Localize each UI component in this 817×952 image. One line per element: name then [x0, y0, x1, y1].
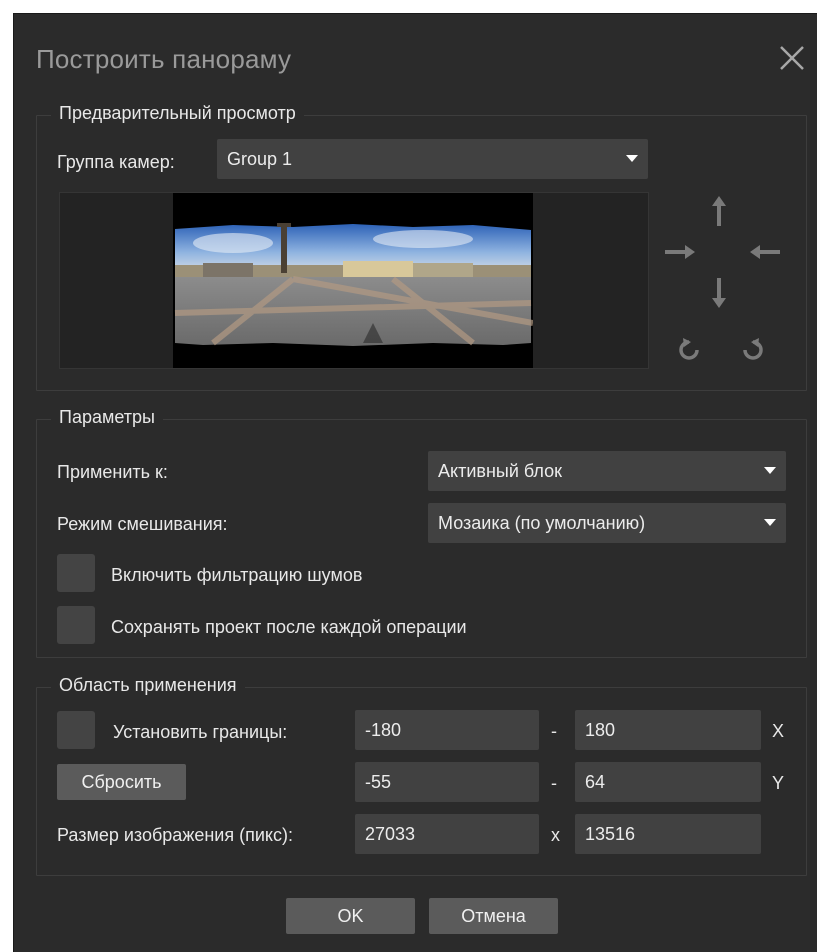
- arrow-down-icon[interactable]: [711, 278, 727, 308]
- blend-mode-value: Мозаика (по умолчанию): [438, 513, 646, 533]
- camera-group-label: Группа камер:: [57, 152, 175, 172]
- y-min-field[interactable]: -55: [355, 762, 539, 802]
- set-bounds-checkbox[interactable]: [57, 711, 95, 749]
- blend-mode-label: Режим смешивания:: [57, 514, 228, 534]
- apply-to-label: Применить к:: [57, 462, 168, 482]
- rotate-cw-icon[interactable]: [741, 338, 765, 362]
- y-range-dash: -: [551, 773, 557, 793]
- set-bounds-label: Установить границы:: [113, 722, 288, 742]
- save-project-checkbox[interactable]: [57, 606, 95, 644]
- save-project-label: Сохранять проект после каждой операции: [111, 617, 467, 637]
- image-width-field[interactable]: 27033: [355, 814, 539, 854]
- image-size-times: x: [551, 825, 560, 845]
- x-range-dash: -: [551, 721, 557, 741]
- chevron-down-icon: [764, 519, 776, 526]
- x-axis-label: X: [772, 721, 785, 741]
- y-axis-label: Y: [772, 773, 785, 793]
- dialog-title: Построить панораму: [36, 44, 292, 74]
- y-max-field[interactable]: 64: [575, 762, 761, 802]
- build-panorama-dialog: Построить панораму Предварительный просм…: [13, 13, 817, 952]
- panorama-preview-image: [173, 193, 533, 368]
- parameters-legend: Параметры: [51, 407, 163, 428]
- preview-legend: Предварительный просмотр: [51, 103, 304, 124]
- preview-group: Предварительный просмотр Группа камер: G…: [36, 103, 807, 391]
- ok-button[interactable]: OK: [286, 898, 415, 934]
- panorama-preview-area: [59, 192, 649, 369]
- apply-to-value: Активный блок: [438, 461, 562, 481]
- camera-group-select[interactable]: Group 1: [217, 139, 648, 179]
- close-icon[interactable]: [778, 44, 806, 72]
- noise-filter-label: Включить фильтрацию шумов: [111, 565, 363, 585]
- rotate-ccw-icon[interactable]: [677, 338, 701, 362]
- noise-filter-checkbox[interactable]: [57, 554, 95, 592]
- chevron-down-icon: [764, 467, 776, 474]
- image-height-field[interactable]: 13516: [575, 814, 761, 854]
- camera-group-value: Group 1: [227, 149, 293, 169]
- region-group: Область применения Установить границы: -…: [36, 675, 807, 876]
- apply-to-select[interactable]: Активный блок: [428, 451, 786, 491]
- x-max-field[interactable]: 180: [575, 710, 761, 750]
- region-legend: Область применения: [51, 675, 245, 696]
- arrow-left-icon[interactable]: [750, 244, 780, 260]
- arrow-right-icon[interactable]: [665, 244, 695, 260]
- arrow-up-icon[interactable]: [711, 196, 727, 226]
- image-size-label: Размер изображения (пикс):: [57, 825, 293, 845]
- blend-mode-select[interactable]: Мозаика (по умолчанию): [428, 503, 786, 543]
- parameters-group: Параметры Применить к: Активный блок Реж…: [36, 407, 807, 658]
- reset-button[interactable]: Сбросить: [57, 764, 186, 800]
- x-min-field[interactable]: -180: [355, 710, 539, 750]
- chevron-down-icon: [626, 155, 638, 162]
- cancel-button[interactable]: Отмена: [429, 898, 558, 934]
